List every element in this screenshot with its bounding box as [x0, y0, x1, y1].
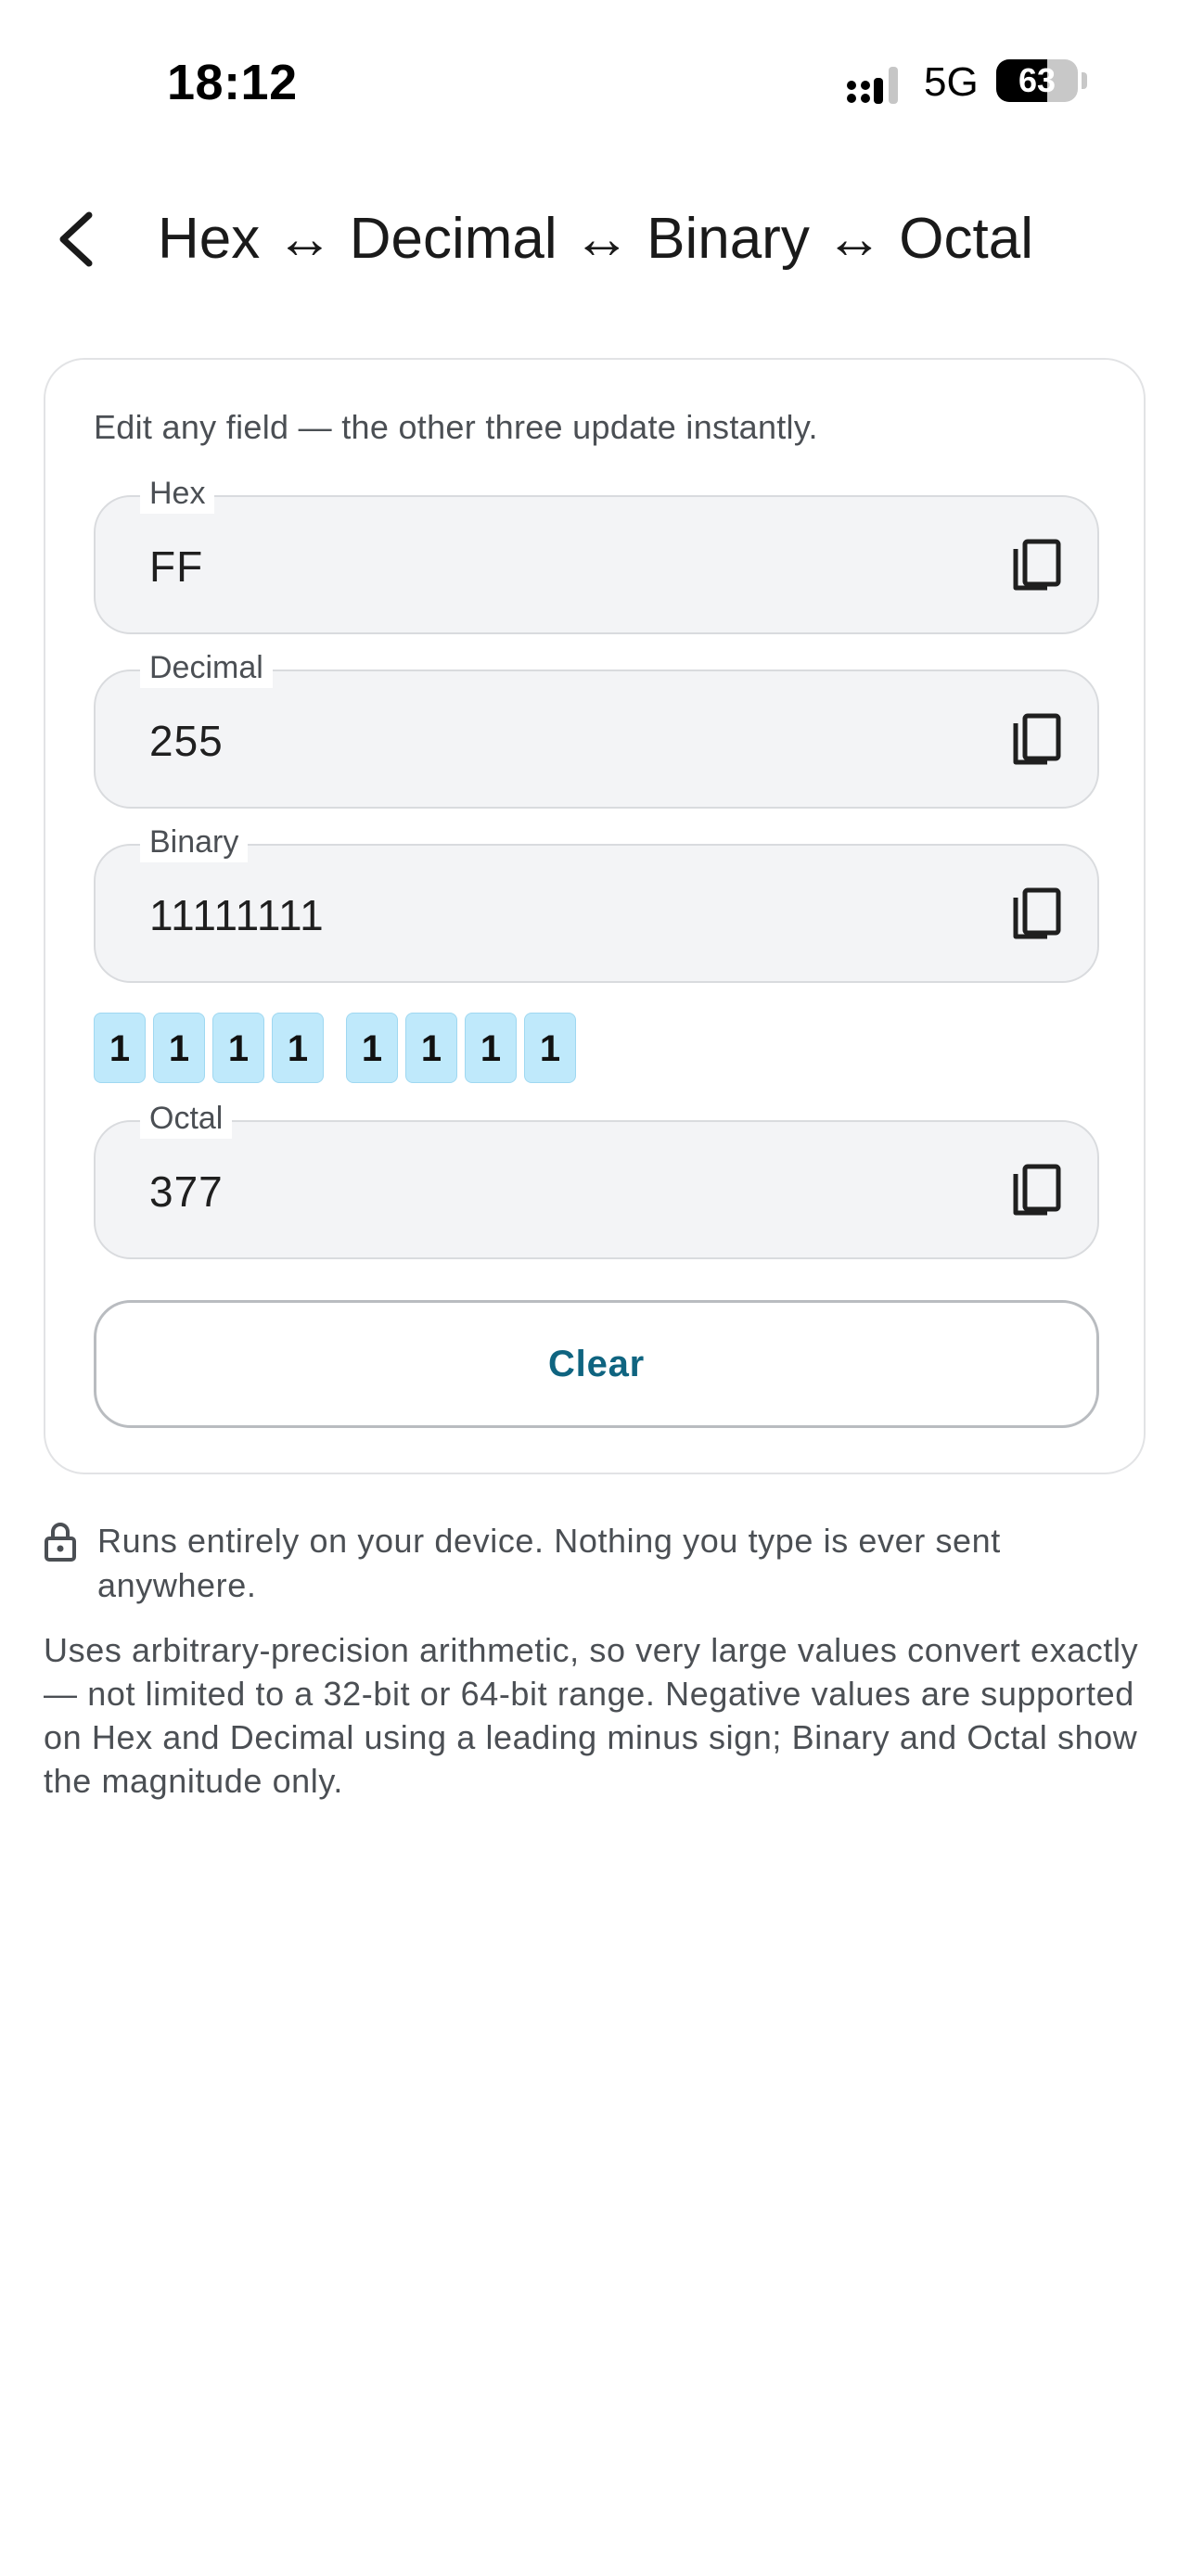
- bit-cell: 1: [272, 1013, 324, 1083]
- decimal-input[interactable]: 255: [149, 716, 224, 766]
- octal-field[interactable]: Octal 377: [94, 1098, 1099, 1259]
- back-button[interactable]: [46, 202, 111, 276]
- clear-button[interactable]: Clear: [94, 1300, 1099, 1428]
- octal-input[interactable]: 377: [149, 1167, 224, 1217]
- cellular-signal-icon: [847, 67, 898, 104]
- card-hint: Edit any field — the other three update …: [94, 408, 818, 446]
- copy-decimal-button[interactable]: [1010, 712, 1064, 770]
- about-text: Uses arbitrary-precision arithmetic, so …: [44, 1631, 1139, 1800]
- battery-indicator: 63: [996, 59, 1078, 102]
- copy-icon: [1013, 1164, 1061, 1216]
- copy-icon: [1013, 887, 1061, 939]
- copy-hex-button[interactable]: [1010, 538, 1064, 595]
- hex-field[interactable]: Hex FF: [94, 473, 1099, 634]
- bit-cell: 1: [94, 1013, 146, 1083]
- decimal-field-label: Decimal: [140, 647, 273, 688]
- decimal-field[interactable]: Decimal 255: [94, 647, 1099, 809]
- copy-icon: [1013, 713, 1061, 765]
- chevron-left-icon: [59, 211, 93, 267]
- binary-field-label: Binary: [140, 822, 249, 862]
- bit-cell: 1: [524, 1013, 576, 1083]
- copy-icon: [1013, 539, 1061, 591]
- hex-field-label: Hex: [140, 473, 215, 514]
- network-type: 5G: [924, 59, 979, 105]
- copy-octal-button[interactable]: [1010, 1163, 1064, 1220]
- lock-icon: [45, 1523, 76, 1562]
- status-bar: 18:12 5G 63: [0, 0, 1191, 158]
- binary-input[interactable]: 11111111: [149, 890, 325, 940]
- octal-field-label: Octal: [140, 1098, 233, 1139]
- converter-card: Edit any field — the other three update …: [44, 358, 1146, 1474]
- bit-cell: 1: [212, 1013, 264, 1083]
- battery-percentage: 63: [1018, 61, 1057, 99]
- status-time: 18:12: [167, 55, 298, 110]
- page-title: Hex ↔ Decimal ↔ Binary ↔ Octal: [158, 207, 1033, 271]
- bit-cell: 1: [346, 1013, 398, 1083]
- bit-cell: 1: [153, 1013, 205, 1083]
- bit-visualizer: 1 1 1 1 1 1 1 1: [94, 1013, 583, 1083]
- bit-cell: 1: [405, 1013, 457, 1083]
- copy-binary-button[interactable]: [1010, 886, 1064, 944]
- privacy-text: Runs entirely on your device. Nothing yo…: [97, 1522, 1001, 1604]
- bit-cell: 1: [465, 1013, 517, 1083]
- battery-tip: [1082, 72, 1087, 89]
- binary-field[interactable]: Binary 11111111: [94, 822, 1099, 983]
- hex-input[interactable]: FF: [149, 542, 203, 592]
